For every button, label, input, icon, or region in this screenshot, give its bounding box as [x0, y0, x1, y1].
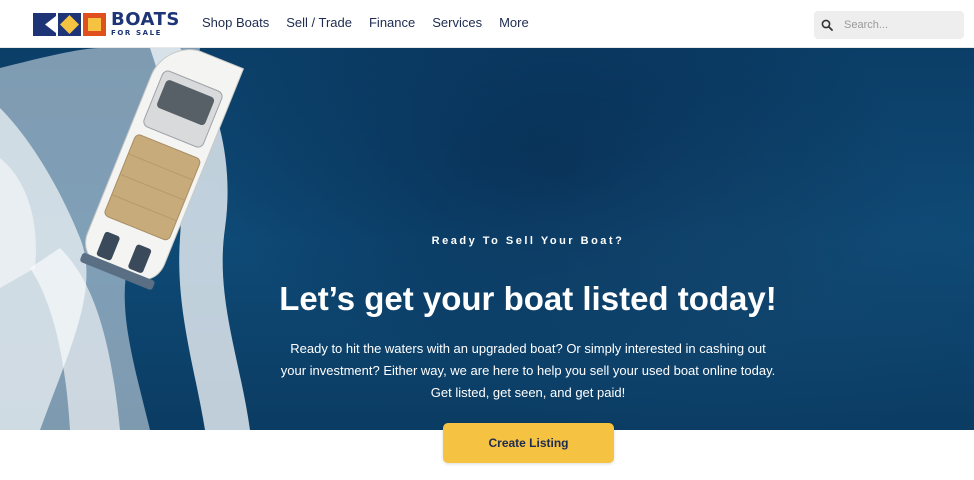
nav-item-shop-boats[interactable]: Shop Boats — [202, 15, 269, 30]
flag-diamond-icon — [58, 12, 81, 36]
hero-title: Let’s get your boat listed today! — [279, 280, 777, 317]
create-listing-button[interactable]: Create Listing — [443, 423, 614, 463]
logo[interactable]: BOATS FOR SALE — [33, 11, 180, 37]
search-box[interactable] — [814, 11, 964, 39]
nav-item-services[interactable]: Services — [432, 15, 482, 30]
nav-item-more[interactable]: More — [499, 15, 529, 30]
nav-item-sell-trade[interactable]: Sell / Trade — [286, 15, 352, 30]
hero-banner: Ready To Sell Your Boat? Let’s get your … — [0, 48, 974, 430]
logo-name: BOATS — [111, 9, 180, 30]
nav-item-finance[interactable]: Finance — [369, 15, 415, 30]
logo-tagline: FOR SALE — [111, 29, 163, 37]
hero-description: Ready to hit the waters with an upgraded… — [280, 341, 776, 400]
flag-square-icon — [83, 12, 106, 36]
search-input[interactable] — [842, 18, 956, 32]
logo-text: BOATS FOR SALE — [111, 11, 180, 37]
flag-k-icon — [33, 12, 56, 36]
logo-flags-icon — [33, 12, 106, 36]
main-nav: Shop Boats Sell / Trade Finance Services… — [202, 15, 546, 30]
hero-eyebrow: Ready To Sell Your Boat? — [431, 235, 625, 247]
site-header: BOATS FOR SALE Shop Boats Sell / Trade F… — [0, 0, 974, 48]
search-icon[interactable] — [821, 18, 835, 32]
